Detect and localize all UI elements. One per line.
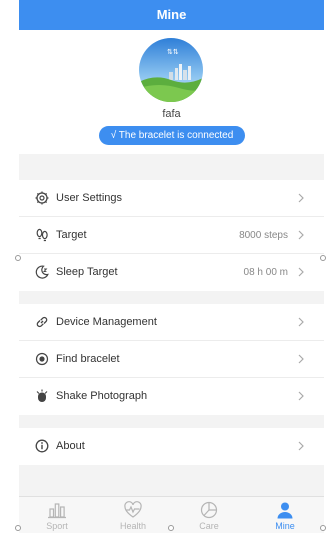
row-label: Find bracelet [56, 353, 120, 365]
gear-icon [35, 191, 49, 205]
chevron-right-icon [298, 317, 304, 327]
row-label: Target [56, 229, 87, 241]
row-device-management[interactable]: Device Management [19, 304, 324, 341]
pie-chart-icon [200, 501, 218, 519]
row-value: 08 h 00 m [243, 267, 288, 278]
chevron-right-icon [298, 391, 304, 401]
bezel-dot [15, 525, 21, 531]
row-label: User Settings [56, 192, 123, 204]
avatar[interactable]: ⇅⇅ [139, 38, 203, 102]
username: fafa [162, 108, 181, 120]
tab-health[interactable]: Health [95, 497, 171, 533]
bezel-dot [15, 255, 21, 261]
row-value: 8000 steps [239, 230, 288, 241]
chevron-right-icon [298, 193, 304, 203]
row-shake-photograph[interactable]: Shake Photograph [19, 378, 324, 415]
tab-label: Health [119, 521, 146, 531]
connection-status-badge: √ The bracelet is connected [99, 126, 245, 145]
avatar-landscape-image: ⇅⇅ [139, 38, 203, 102]
tab-label: Mine [275, 521, 295, 531]
target-icon [35, 352, 49, 366]
row-label: Sleep Target [56, 266, 118, 278]
bezel-dot [320, 525, 326, 531]
row-sleep-target[interactable]: Sleep Target 08 h 00 m [19, 254, 324, 291]
tab-label: Care [199, 521, 219, 531]
row-find-bracelet[interactable]: Find bracelet [19, 341, 324, 378]
app-screen: Mine ⇅⇅ fafa √ The bracelet is connected… [19, 0, 324, 533]
person-icon [277, 502, 293, 519]
chevron-right-icon [298, 441, 304, 451]
row-about[interactable]: About [19, 428, 324, 465]
link-icon [36, 316, 48, 328]
tab-label: Sport [46, 521, 68, 531]
moon-icon [35, 265, 49, 279]
row-label: Shake Photograph [56, 390, 148, 402]
bezel-dot [168, 525, 174, 531]
tab-mine[interactable]: Mine [247, 497, 323, 533]
row-target[interactable]: Target 8000 steps [19, 217, 324, 254]
shake-hand-icon [36, 389, 48, 402]
row-label: Device Management [56, 316, 157, 328]
tab-sport[interactable]: Sport [19, 497, 95, 533]
svg-text:⇅⇅: ⇅⇅ [167, 48, 179, 56]
footprints-icon [36, 228, 48, 242]
chevron-right-icon [298, 230, 304, 240]
row-label: About [56, 440, 85, 452]
settings-group-2: Device Management Find bracelet Shake Ph… [19, 304, 324, 415]
tab-care[interactable]: Care [171, 497, 247, 533]
profile-section: ⇅⇅ fafa √ The bracelet is connected [19, 30, 324, 154]
bar-chart-icon [48, 503, 66, 519]
chevron-right-icon [298, 354, 304, 364]
page-title: Mine [19, 0, 324, 30]
settings-group-1: User Settings Target 8000 steps Sleep Ta… [19, 180, 324, 291]
info-icon [35, 439, 49, 453]
chevron-right-icon [298, 267, 304, 277]
settings-group-3: About [19, 428, 324, 465]
heart-pulse-icon [124, 501, 142, 518]
bezel-dot [320, 255, 326, 261]
row-user-settings[interactable]: User Settings [19, 180, 324, 217]
